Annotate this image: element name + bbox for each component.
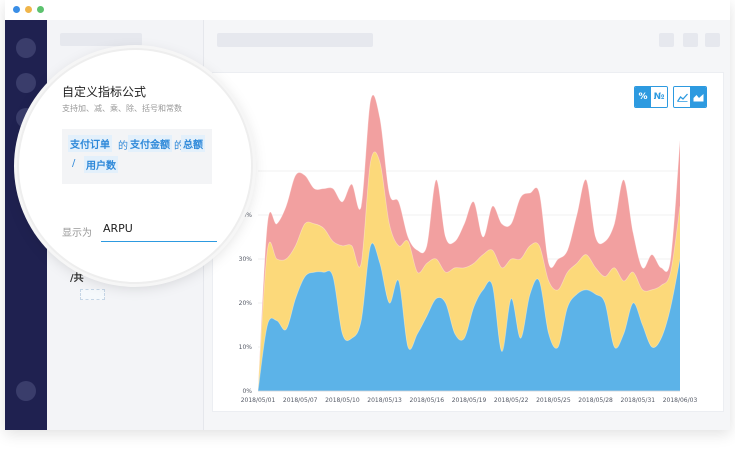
formula-metric-token[interactable]: 支付金额 (128, 135, 172, 152)
y-tick-label: 10% (239, 344, 253, 351)
x-tick-label: 2018/05/25 (536, 397, 571, 404)
x-tick-label: 2018/05/10 (325, 397, 360, 404)
display-name-value: ARPU (103, 222, 133, 235)
x-tick-label: 2018/05/28 (578, 397, 613, 404)
dimension-label-fragment: /共 (70, 273, 84, 284)
x-tick-label: 2018/05/22 (494, 397, 529, 404)
y-tick-label: 0% (242, 388, 252, 395)
x-tick-label: 2018/05/13 (367, 397, 402, 404)
formula-title: 自定义指标公式 (62, 85, 147, 99)
formula-editor[interactable]: 支付订单 的 支付金额 的 总额 / 用户数 (62, 129, 212, 184)
select-button[interactable] (80, 289, 106, 300)
display-as-label: 显示为 (62, 228, 92, 239)
y-tick-label: 20% (239, 300, 253, 307)
x-tick-label: 2018/05/19 (452, 397, 487, 404)
formula-operator: / (72, 158, 76, 169)
x-tick-label: 2018/05/16 (410, 397, 445, 404)
formula-aggregate-token[interactable]: 总额 (181, 135, 205, 152)
formula-help-text: 支持加、减、乘、除、括号和常数 (62, 104, 182, 113)
formula-metric-token[interactable]: 支付订单 (68, 135, 112, 152)
x-tick-label: 2018/05/31 (621, 397, 656, 404)
formula-magnifier: 自定义指标公式 支持加、减、乘、除、括号和常数 支付订单 的 支付金额 的 总额… (19, 50, 251, 282)
formula-metric-token[interactable]: 用户数 (84, 156, 118, 173)
y-tick-label: 30% (239, 256, 253, 263)
x-tick-label: 2018/06/03 (663, 397, 698, 404)
display-name-input[interactable]: ARPU (101, 219, 217, 242)
x-tick-label: 2018/05/07 (283, 397, 318, 404)
x-tick-label: 2018/05/01 (241, 397, 276, 404)
